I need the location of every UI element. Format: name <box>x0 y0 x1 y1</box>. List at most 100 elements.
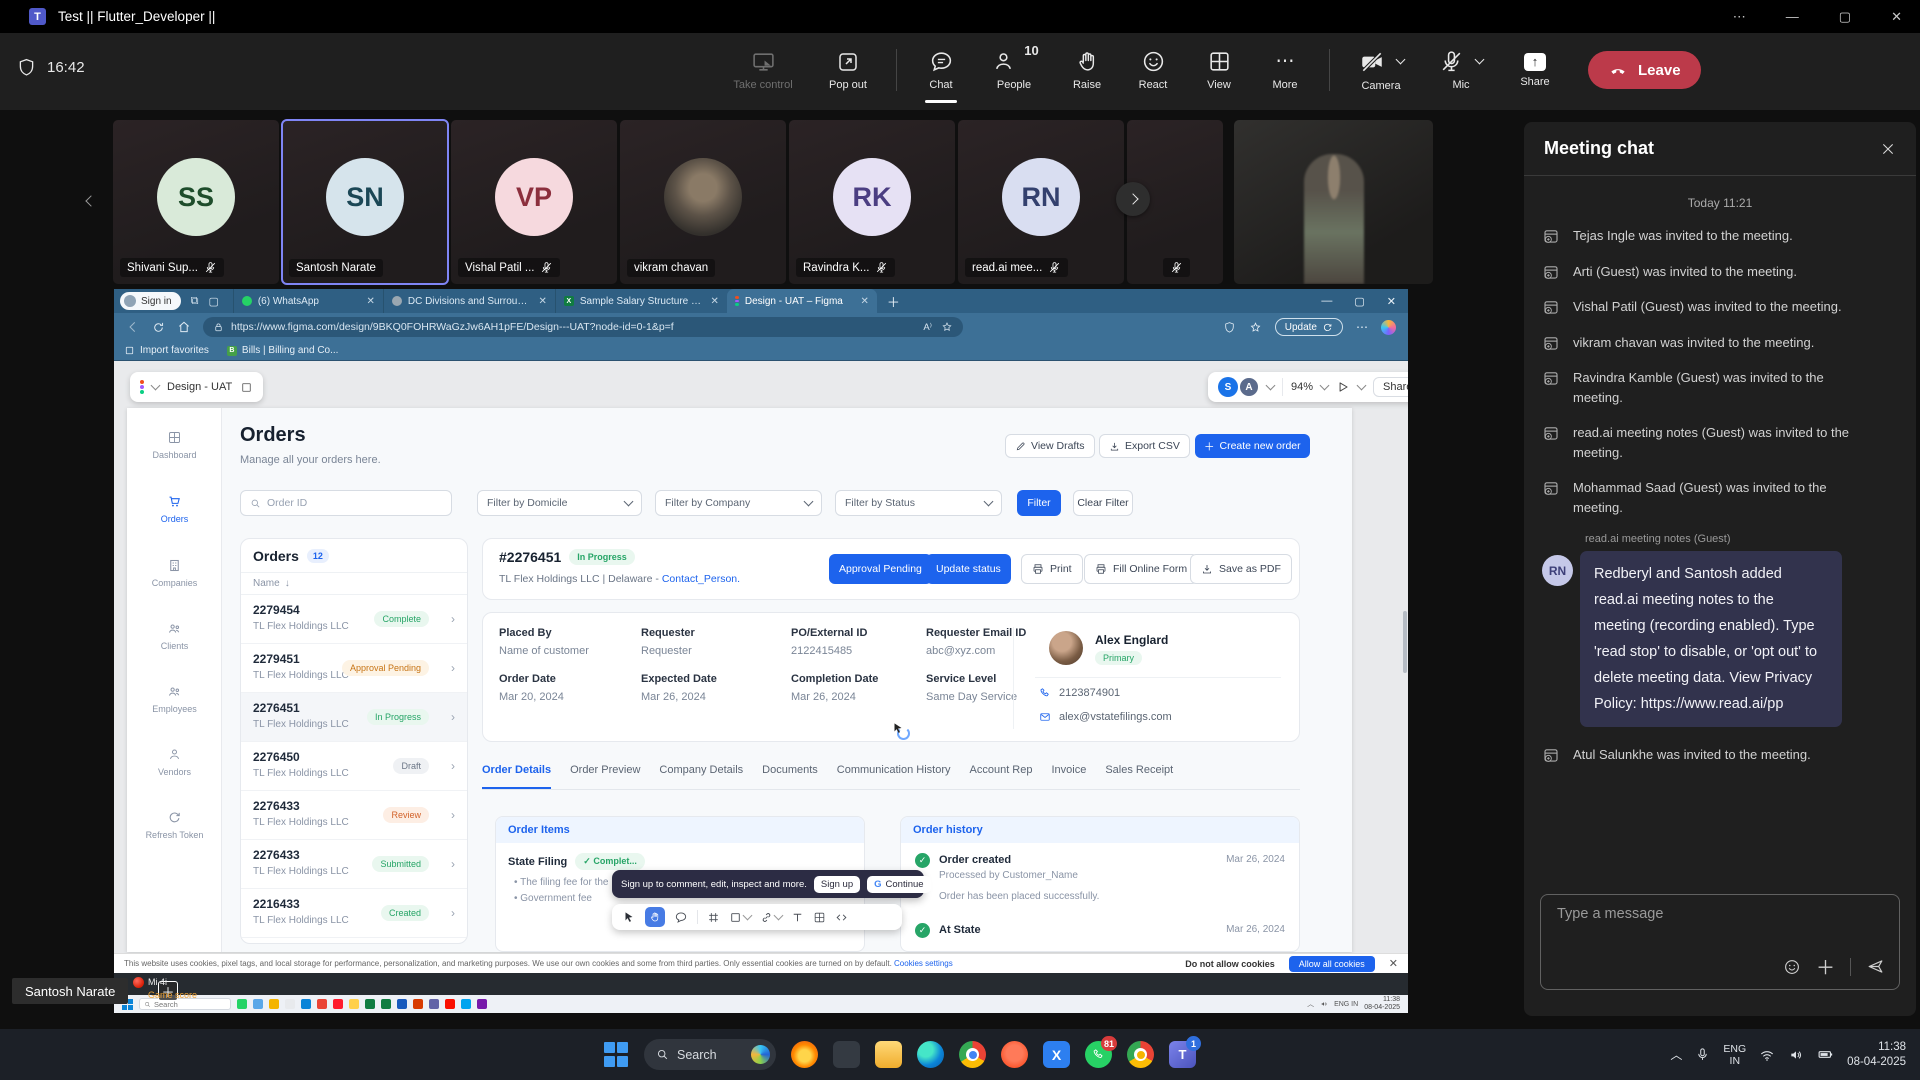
filter-button[interactable]: Filter <box>1017 490 1061 516</box>
mic-button[interactable]: Mic <box>1432 39 1490 101</box>
tab-company-details[interactable]: Company Details <box>659 764 743 789</box>
camera-chevron-icon[interactable] <box>1395 55 1405 65</box>
edge-icon[interactable] <box>917 1041 944 1068</box>
export-csv-button[interactable]: Export CSV <box>1099 434 1190 458</box>
page-scrollbar[interactable] <box>1403 611 1407 673</box>
new-tab-button[interactable]: ＋ <box>887 292 900 311</box>
order-row[interactable]: 2216433TL Flex Holdings LLC Created› <box>241 889 467 938</box>
react-button[interactable]: React <box>1131 39 1175 101</box>
participant-tile-active-speaker[interactable]: SN Santosh Narate <box>282 120 448 284</box>
browser-tab[interactable]: X Sample Salary Structure with calc✕ <box>555 289 727 313</box>
address-bar[interactable]: https://www.figma.com/design/9BKQ0FOHRWa… <box>203 317 963 337</box>
pinned-participant-tile[interactable] <box>1234 120 1433 284</box>
sidebar-item-employees[interactable]: Employees <box>127 684 222 714</box>
collaborator-avatar[interactable]: A <box>1239 377 1259 397</box>
cookies-settings-link[interactable]: Cookies settings <box>894 959 953 968</box>
code-tool-icon[interactable] <box>835 911 848 924</box>
volume-icon[interactable] <box>1788 1047 1804 1063</box>
tab-documents[interactable]: Documents <box>762 764 818 789</box>
file-explorer-icon[interactable] <box>875 1041 902 1068</box>
tab-close-icon[interactable]: ✕ <box>538 296 546 307</box>
shared-volume-icon[interactable] <box>1320 1000 1328 1008</box>
battery-icon[interactable] <box>1817 1046 1834 1063</box>
teams-icon[interactable]: T 1 <box>1169 1041 1196 1068</box>
mic-chevron-icon[interactable] <box>1475 55 1485 65</box>
browser-close-icon[interactable]: ✕ <box>1387 295 1396 308</box>
view-drafts-button[interactable]: View Drafts <box>1005 434 1095 458</box>
sidebar-item-refresh-token[interactable]: Refresh Token <box>127 810 222 840</box>
sign-up-button[interactable]: Sign up <box>814 876 860 893</box>
filmstrip-next-button[interactable] <box>1116 182 1150 216</box>
sidebar-item-companies[interactable]: Companies <box>127 558 222 588</box>
read-aloud-icon[interactable]: A⁾ <box>923 322 932 333</box>
shared-lang[interactable]: ENG IN <box>1334 1001 1358 1008</box>
approval-pending-button[interactable]: Approval Pending <box>829 554 932 584</box>
maximize-icon[interactable]: ▢ <box>1839 9 1851 25</box>
frame-tool-icon[interactable] <box>707 911 720 924</box>
chat-button[interactable]: Chat <box>919 39 963 101</box>
workspaces-icon[interactable]: ⧉ <box>191 295 199 308</box>
people-button[interactable]: 10 People <box>985 39 1043 101</box>
figma-share-button[interactable]: Share <box>1373 377 1408 397</box>
bookmark-bills[interactable]: B Bills | Billing and Co... <box>227 345 339 356</box>
participant-tile[interactable]: vikram chavan <box>620 120 786 284</box>
tab-invoice[interactable]: Invoice <box>1051 764 1086 789</box>
brave-icon[interactable] <box>1001 1041 1028 1068</box>
filmstrip-prev-button[interactable] <box>76 186 106 216</box>
order-row[interactable]: 2279454TL Flex Holdings LLC Complete› <box>241 595 467 644</box>
hand-tool-active[interactable] <box>645 907 665 927</box>
tab-close-icon[interactable]: ✕ <box>860 296 868 307</box>
attach-plus-icon[interactable]: ＋ <box>1816 953 1835 980</box>
chat-message[interactable]: RN Redberyl and Santosh added read.ai me… <box>1542 551 1898 727</box>
filter-domicile-dropdown[interactable]: Filter by Domicile <box>477 490 642 516</box>
view-button[interactable]: View <box>1197 39 1241 101</box>
sidebar-item-clients[interactable]: Clients <box>127 621 222 651</box>
clear-filter-button[interactable]: Clear Filter <box>1073 490 1133 516</box>
filter-company-dropdown[interactable]: Filter by Company <box>655 490 822 516</box>
sidebar-item-dashboard[interactable]: Dashboard <box>127 430 222 460</box>
browser-essentials-icon[interactable] <box>1223 321 1236 334</box>
favorite-star-icon[interactable] <box>941 321 953 333</box>
titlebar-more-icon[interactable]: ⋯ <box>1733 9 1746 25</box>
firefox-icon[interactable] <box>791 1041 818 1068</box>
copilot-icon[interactable] <box>1381 320 1396 335</box>
browser-maximize-icon[interactable]: ▢ <box>1354 295 1364 308</box>
column-header[interactable]: Name <box>253 578 280 589</box>
camera-button[interactable]: Camera <box>1352 39 1410 101</box>
text-tool-icon[interactable] <box>791 911 804 924</box>
chrome-icon[interactable] <box>959 1041 986 1068</box>
chrome-profile-icon[interactable] <box>1127 1041 1154 1068</box>
participant-tile[interactable]: RK Ravindra K... <box>789 120 955 284</box>
tab-order-details[interactable]: Order Details <box>482 764 551 789</box>
participant-tile[interactable]: VP Vishal Patil ... <box>451 120 617 284</box>
tab-sales-receipt[interactable]: Sales Receipt <box>1105 764 1173 789</box>
browser-profile-button[interactable]: Sign in <box>120 292 181 310</box>
collaborator-avatar[interactable]: S <box>1218 377 1238 397</box>
tab-actions-icon[interactable]: ▢ <box>208 295 218 308</box>
order-row-selected[interactable]: 2276451TL Flex Holdings LLC In Progress› <box>241 693 467 742</box>
more-button[interactable]: ⋯ More <box>1263 39 1307 101</box>
tab-account-rep[interactable]: Account Rep <box>970 764 1033 789</box>
tray-chevron-icon[interactable]: ︿ <box>1670 1046 1682 1063</box>
present-chevron-icon[interactable] <box>1357 380 1367 390</box>
browser-update-button[interactable]: Update <box>1275 318 1343 336</box>
tab-communication-history[interactable]: Communication History <box>837 764 951 789</box>
contact-person-link[interactable]: Contact_Person. <box>662 573 740 585</box>
order-row[interactable]: 2279451TL Flex Holdings LLC Approval Pen… <box>241 644 467 693</box>
home-icon[interactable] <box>177 320 191 334</box>
link-tool-icon[interactable] <box>760 911 782 924</box>
favorites-icon[interactable] <box>1249 321 1262 334</box>
print-button[interactable]: Print <box>1021 554 1083 584</box>
zoom-chevron-icon[interactable] <box>1320 380 1330 390</box>
order-row[interactable]: 2276433TL Flex Holdings LLC Review› <box>241 791 467 840</box>
whatsapp-icon[interactable]: 81 <box>1085 1041 1112 1068</box>
message-compose-box[interactable]: ＋ <box>1540 894 1900 990</box>
sidebar-item-vendors[interactable]: Vendors <box>127 747 222 777</box>
language-indicator[interactable]: ENGIN <box>1723 1043 1746 1067</box>
deny-cookies-link[interactable]: Do not allow cookies <box>1185 959 1275 969</box>
browser-minimize-icon[interactable]: — <box>1321 295 1332 308</box>
browser-tab-active[interactable]: Design - UAT – Figma✕ <box>727 289 877 313</box>
shared-clock[interactable]: 11:3808-04-2025 <box>1364 996 1400 1012</box>
send-icon[interactable] <box>1866 957 1885 976</box>
tab-close-icon[interactable]: ✕ <box>710 296 718 307</box>
